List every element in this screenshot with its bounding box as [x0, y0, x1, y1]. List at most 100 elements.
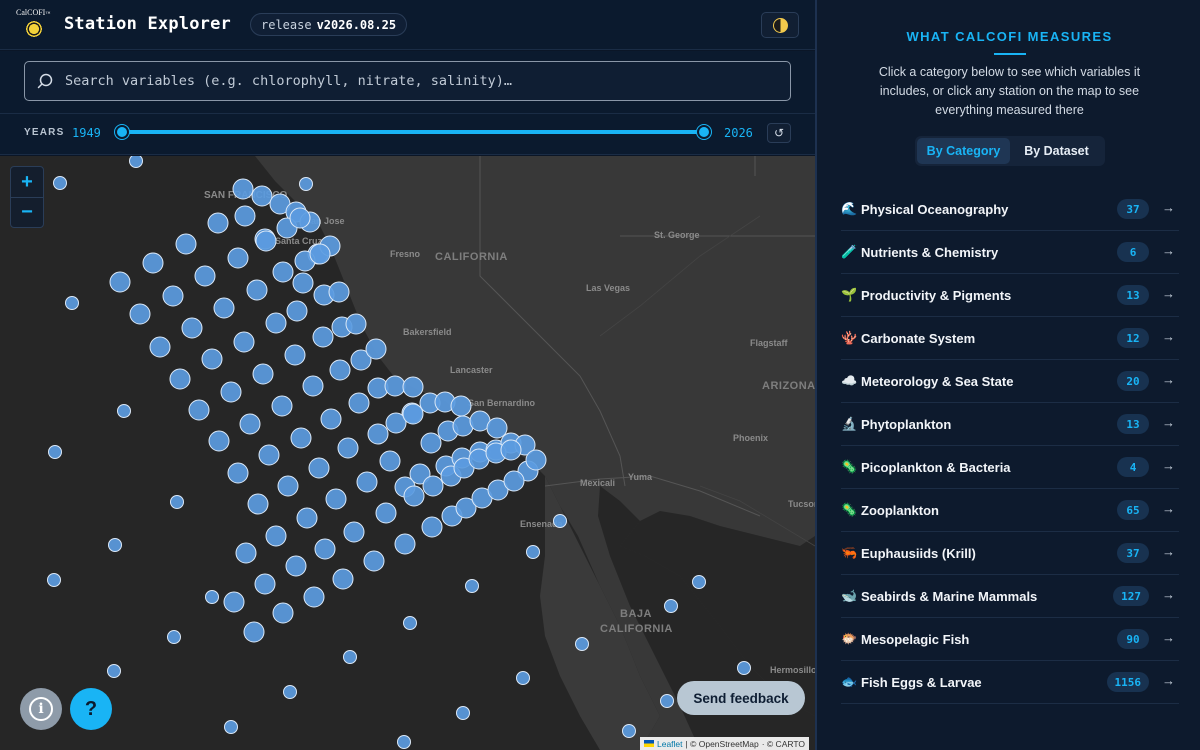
- station-marker[interactable]: [129, 156, 143, 168]
- station-marker[interactable]: [129, 303, 151, 325]
- station-marker[interactable]: [365, 338, 387, 360]
- station-marker[interactable]: [290, 427, 312, 449]
- calcofi-logo[interactable]: CalCOFI™: [14, 6, 54, 44]
- station-marker[interactable]: [394, 533, 416, 555]
- station-marker[interactable]: [465, 579, 479, 593]
- station-marker[interactable]: [285, 555, 307, 577]
- station-marker[interactable]: [299, 177, 313, 191]
- station-marker[interactable]: [65, 296, 79, 310]
- station-marker[interactable]: [526, 545, 540, 559]
- station-marker[interactable]: [692, 575, 706, 589]
- station-marker[interactable]: [169, 368, 191, 390]
- category-row[interactable]: 🦠 Zooplankton 65 →: [841, 489, 1179, 532]
- station-marker[interactable]: [207, 212, 229, 234]
- station-marker[interactable]: [252, 363, 274, 385]
- station-marker[interactable]: [283, 685, 297, 699]
- station-marker[interactable]: [296, 507, 318, 529]
- station-marker[interactable]: [450, 395, 472, 417]
- station-marker[interactable]: [246, 279, 268, 301]
- station-marker[interactable]: [205, 590, 219, 604]
- station-marker[interactable]: [201, 348, 223, 370]
- station-marker[interactable]: [167, 630, 181, 644]
- station-marker[interactable]: [403, 616, 417, 630]
- station-marker[interactable]: [170, 495, 184, 509]
- station-marker[interactable]: [234, 205, 256, 227]
- station-marker[interactable]: [271, 395, 293, 417]
- station-marker[interactable]: [325, 488, 347, 510]
- info-button[interactable]: i: [20, 688, 62, 730]
- osm-link[interactable]: | © OpenStreetMap: [686, 739, 759, 749]
- station-marker[interactable]: [343, 650, 357, 664]
- station-marker[interactable]: [503, 470, 525, 492]
- station-marker[interactable]: [343, 521, 365, 543]
- station-marker[interactable]: [328, 281, 350, 303]
- station-marker[interactable]: [525, 449, 547, 471]
- category-row[interactable]: 🌊 Physical Oceanography 37 →: [841, 188, 1179, 231]
- station-marker[interactable]: [289, 207, 311, 229]
- station-marker[interactable]: [194, 265, 216, 287]
- station-marker[interactable]: [272, 602, 294, 624]
- station-marker[interactable]: [284, 344, 306, 366]
- zoom-out-button[interactable]: −: [11, 197, 43, 227]
- station-marker[interactable]: [332, 568, 354, 590]
- station-marker[interactable]: [309, 243, 331, 265]
- category-row[interactable]: 🐟 Fish Eggs & Larvae 1156 →: [841, 661, 1179, 704]
- station-marker[interactable]: [162, 285, 184, 307]
- station-marker[interactable]: [235, 542, 257, 564]
- station-marker[interactable]: [48, 445, 62, 459]
- carto-link[interactable]: · © CARTO: [762, 739, 805, 749]
- station-marker[interactable]: [420, 432, 442, 454]
- station-marker[interactable]: [329, 359, 351, 381]
- station-marker[interactable]: [312, 326, 334, 348]
- station-marker[interactable]: [363, 550, 385, 572]
- station-marker[interactable]: [384, 375, 406, 397]
- year-start-handle[interactable]: [115, 125, 129, 139]
- zoom-in-button[interactable]: +: [11, 167, 43, 197]
- station-marker[interactable]: [421, 516, 443, 538]
- station-marker[interactable]: [109, 271, 131, 293]
- category-row[interactable]: 🧪 Nutrients & Chemistry 6 →: [841, 231, 1179, 274]
- station-marker[interactable]: [348, 392, 370, 414]
- station-marker[interactable]: [254, 573, 276, 595]
- category-row[interactable]: ☁️ Meteorology & Sea State 20 →: [841, 360, 1179, 403]
- category-row[interactable]: 🦐 Euphausiids (Krill) 37 →: [841, 532, 1179, 575]
- station-marker[interactable]: [223, 591, 245, 613]
- category-row[interactable]: 🦠 Picoplankton & Bacteria 4 →: [841, 446, 1179, 489]
- station-marker[interactable]: [175, 233, 197, 255]
- station-marker[interactable]: [397, 735, 411, 749]
- station-marker[interactable]: [575, 637, 589, 651]
- station-marker[interactable]: [622, 724, 636, 738]
- station-marker[interactable]: [320, 408, 342, 430]
- station-marker[interactable]: [213, 297, 235, 319]
- tab-by-category[interactable]: By Category: [917, 138, 1010, 164]
- station-marker[interactable]: [375, 502, 397, 524]
- station-marker[interactable]: [188, 399, 210, 421]
- station-marker[interactable]: [265, 312, 287, 334]
- station-marker[interactable]: [286, 300, 308, 322]
- category-row[interactable]: 🐋 Seabirds & Marine Mammals 127 →: [841, 575, 1179, 618]
- station-marker[interactable]: [456, 706, 470, 720]
- station-marker[interactable]: [402, 403, 424, 425]
- station-marker[interactable]: [277, 475, 299, 497]
- category-row[interactable]: 🌱 Productivity & Pigments 13 →: [841, 274, 1179, 317]
- station-marker[interactable]: [500, 439, 522, 461]
- station-marker[interactable]: [108, 538, 122, 552]
- station-marker[interactable]: [258, 444, 280, 466]
- station-marker[interactable]: [272, 261, 294, 283]
- station-marker[interactable]: [367, 423, 389, 445]
- send-feedback-button[interactable]: Send feedback: [677, 681, 805, 715]
- station-marker[interactable]: [142, 252, 164, 274]
- category-row[interactable]: 🐡 Mesopelagic Fish 90 →: [841, 618, 1179, 661]
- station-marker[interactable]: [737, 661, 751, 675]
- station-marker[interactable]: [302, 375, 324, 397]
- station-marker[interactable]: [379, 450, 401, 472]
- station-marker[interactable]: [422, 475, 444, 497]
- station-marker[interactable]: [181, 317, 203, 339]
- station-marker[interactable]: [243, 621, 265, 643]
- station-marker[interactable]: [47, 573, 61, 587]
- station-marker[interactable]: [308, 457, 330, 479]
- station-marker[interactable]: [117, 404, 131, 418]
- leaflet-link[interactable]: Leaflet: [657, 739, 683, 749]
- station-marker[interactable]: [660, 694, 674, 708]
- station-marker[interactable]: [239, 413, 261, 435]
